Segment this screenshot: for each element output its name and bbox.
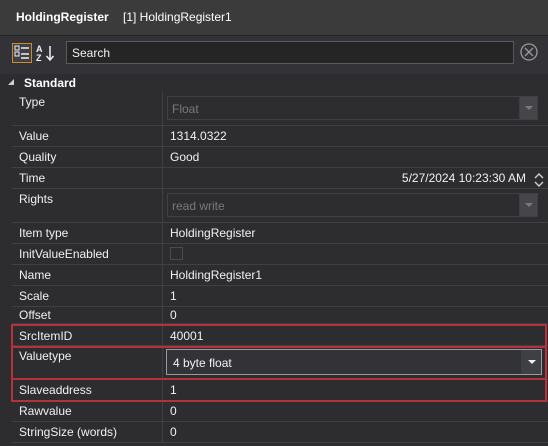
property-row-rights[interactable]: Rights read write (12, 189, 548, 223)
property-label: Type (19, 95, 46, 109)
src-item-id-value: 40001 (170, 329, 204, 343)
search-input[interactable] (67, 42, 513, 63)
time-spinner[interactable] (532, 170, 546, 190)
rawvalue-value: 0 (170, 404, 177, 418)
string-size-value: 0 (170, 425, 177, 439)
property-row-time[interactable]: Time 5/27/2024 10:23:30 AM (12, 168, 548, 189)
category-label: Standard (24, 76, 77, 90)
time-value: 5/27/2024 10:23:30 AM (401, 171, 526, 185)
svg-text:Z: Z (36, 53, 42, 63)
property-label: StringSize (words) (19, 425, 118, 439)
property-row-name[interactable]: Name HoldingRegister1 (12, 265, 548, 286)
property-row-item-type[interactable]: Item type HoldingRegister (12, 223, 548, 244)
clear-search-icon[interactable] (518, 41, 540, 63)
slaveaddress-value: 1 (170, 383, 177, 397)
property-row-valuetype[interactable]: Valuetype 4 byte float (12, 346, 548, 380)
property-row-type[interactable]: Type Float (12, 92, 548, 126)
categorized-icon[interactable] (12, 43, 32, 63)
property-grid: Type Float Value 1314.0322 Quality Good … (12, 92, 548, 446)
valuetype-value: 4 byte float (173, 356, 232, 370)
property-label: InitValueEnabled (19, 247, 109, 261)
property-label: Time (19, 171, 46, 185)
chevron-down-icon[interactable] (519, 97, 537, 119)
property-label: Rawvalue (19, 404, 72, 418)
rights-dropdown[interactable]: read write (167, 193, 538, 217)
alphabetical-sort-icon[interactable]: A Z (35, 43, 55, 63)
value-value: 1314.0322 (170, 129, 227, 143)
item-type-title: HoldingRegister (16, 10, 109, 24)
property-label: Offset (19, 308, 51, 322)
scale-value: 1 (170, 289, 177, 303)
collapse-triangle-icon[interactable] (7, 78, 15, 86)
search-box[interactable] (66, 41, 514, 64)
property-row-offset[interactable]: Offset 0 (12, 307, 548, 324)
chevron-down-icon[interactable] (519, 194, 537, 216)
item-name-title: [1] HoldingRegister1 (123, 10, 232, 24)
property-row-quality[interactable]: Quality Good (12, 147, 548, 168)
init-value-enabled-checkbox[interactable] (170, 247, 183, 260)
property-label: Slaveaddress (19, 383, 92, 397)
property-label: Scale (19, 289, 50, 303)
property-label: Item type (19, 226, 69, 240)
property-row-src-item-id[interactable]: SrcItemID 40001 (12, 324, 548, 346)
property-row-value[interactable]: Value 1314.0322 (12, 126, 548, 147)
property-row-scale[interactable]: Scale 1 (12, 286, 548, 307)
property-label: SrcItemID (19, 329, 73, 343)
property-row-slaveaddress[interactable]: Slaveaddress 1 (12, 380, 548, 401)
quality-value: Good (170, 150, 200, 164)
property-label: Value (19, 129, 49, 143)
property-label: Quality (19, 150, 57, 164)
property-toolbar: A Z (0, 36, 548, 74)
property-row-string-size[interactable]: StringSize (words) 0 (12, 422, 548, 443)
item-type-value: HoldingRegister (170, 226, 256, 240)
property-header: HoldingRegister [1] HoldingRegister1 (0, 0, 548, 36)
type-dropdown[interactable]: Float (167, 96, 538, 120)
property-label: Rights (19, 192, 54, 206)
property-label: Name (19, 268, 52, 282)
property-row-rawvalue[interactable]: Rawvalue 0 (12, 401, 548, 422)
name-value: HoldingRegister1 (170, 268, 263, 282)
valuetype-dropdown[interactable]: 4 byte float (166, 349, 542, 375)
rights-value: read write (172, 199, 225, 213)
chevron-down-icon[interactable] (521, 350, 541, 374)
type-value: Float (172, 102, 199, 116)
property-label: Valuetype (19, 349, 72, 363)
offset-value: 0 (170, 308, 177, 322)
property-row-init-value-enabled[interactable]: InitValueEnabled (12, 244, 548, 265)
category-standard[interactable]: Standard (0, 74, 548, 92)
